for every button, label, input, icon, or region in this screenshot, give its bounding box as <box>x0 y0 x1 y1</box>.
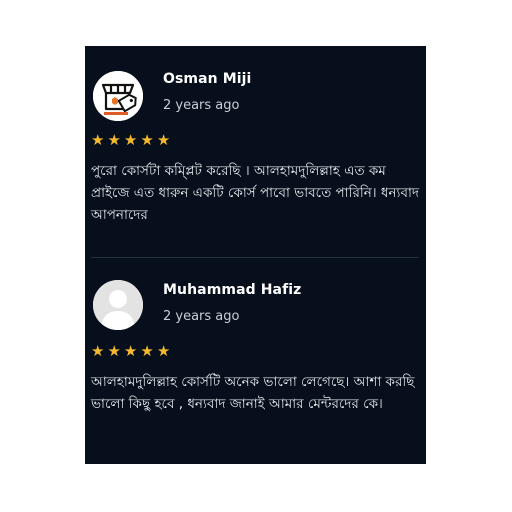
review-text: আলহামদুলিল্লাহ কোর্সটি অনেক ভালো লেগেছে।… <box>91 374 415 412</box>
review-text: পুরো কোর্সটা কম্প্লিট করেছি । আলহামদুলিল… <box>91 163 419 223</box>
reviewer-name: Osman Miji <box>163 71 252 87</box>
star-icon: ★ <box>140 131 154 149</box>
reviews-panel: Osman Miji 2 years ago ★ ★ ★ ★ ★ পুরো কো… <box>85 46 426 464</box>
star-icon: ★ <box>91 131 105 149</box>
review-time: 2 years ago <box>163 309 240 324</box>
reviewer-name: Muhammad Hafiz <box>163 282 302 298</box>
divider <box>91 257 419 258</box>
avatar <box>93 71 143 121</box>
star-icon: ★ <box>123 131 138 149</box>
star-icon: ★ <box>140 342 154 360</box>
star-icon: ★ <box>156 131 171 149</box>
review-time: 2 years ago <box>163 98 240 113</box>
shop-logo-icon <box>93 71 143 121</box>
star-rating: ★ ★ ★ ★ ★ <box>91 344 170 359</box>
star-icon: ★ <box>156 342 171 360</box>
default-user-avatar-icon <box>93 280 143 330</box>
star-icon: ★ <box>123 342 138 360</box>
avatar <box>93 280 143 330</box>
star-icon: ★ <box>91 342 105 360</box>
star-icon: ★ <box>107 342 121 360</box>
star-icon: ★ <box>107 131 121 149</box>
star-rating: ★ ★ ★ ★ ★ <box>91 133 170 148</box>
